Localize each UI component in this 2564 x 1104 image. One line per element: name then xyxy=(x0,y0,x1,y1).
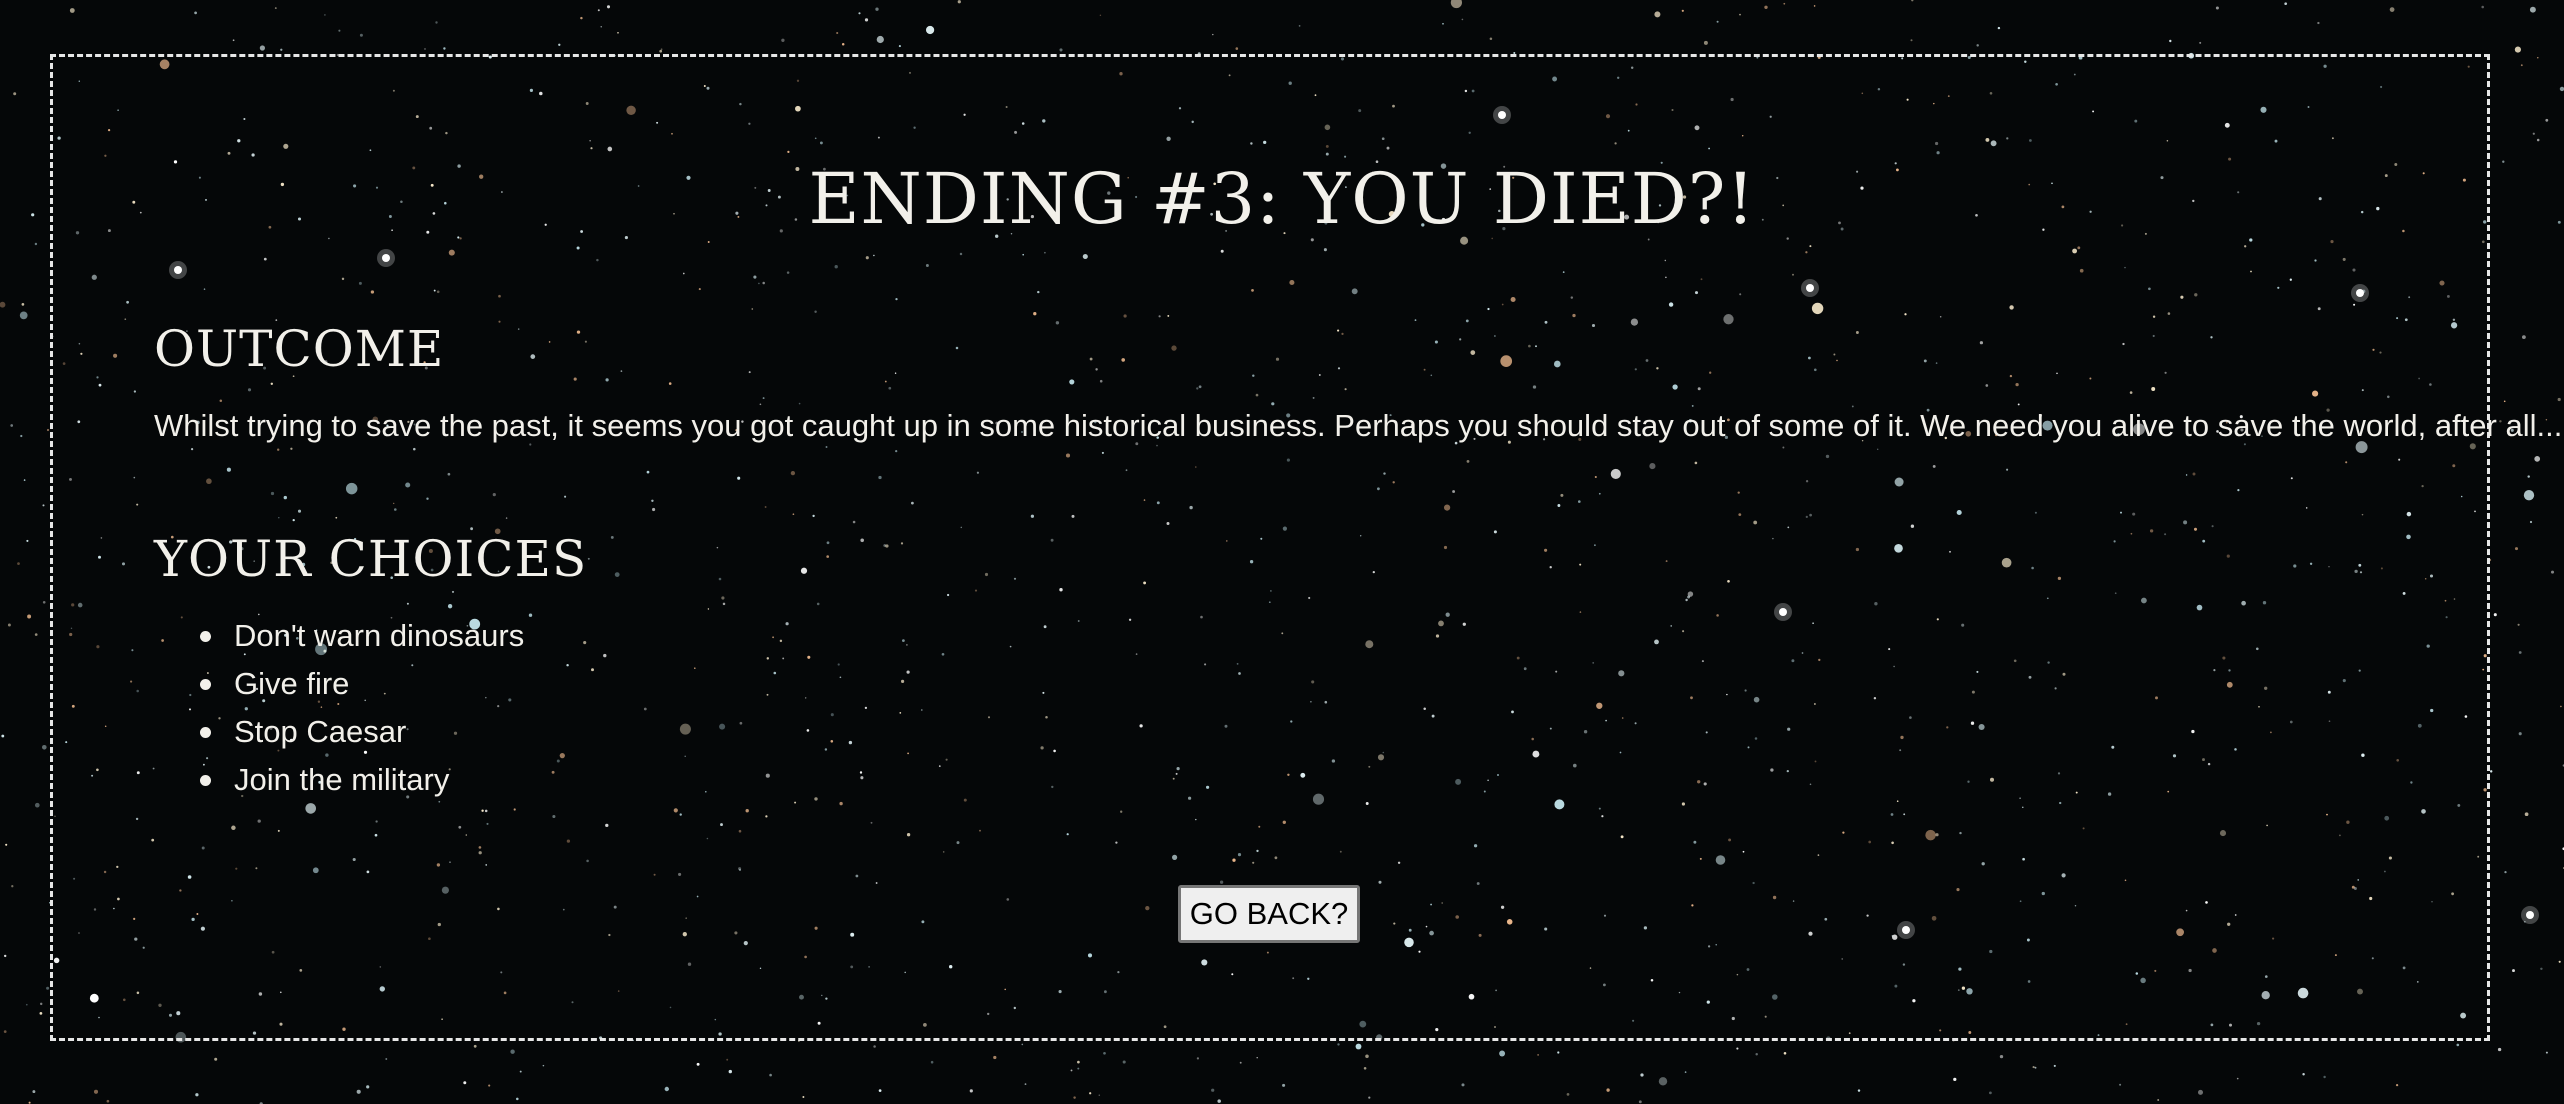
page-title: ENDING #3: YOU DIED?! xyxy=(808,158,1756,240)
choice-item: Stop Caesar xyxy=(154,708,524,756)
choices-heading: YOUR CHOICES xyxy=(154,530,588,588)
outcome-heading: OUTCOME xyxy=(154,320,445,378)
choices-list: Don't warn dinosaurs Give fire Stop Caes… xyxy=(154,612,524,804)
go-back-button[interactable]: GO BACK? xyxy=(1178,885,1360,943)
outcome-text: Whilst trying to save the past, it seems… xyxy=(154,408,2563,443)
choice-item: Don't warn dinosaurs xyxy=(154,612,524,660)
choice-item: Give fire xyxy=(154,660,524,708)
choice-item: Join the military xyxy=(154,756,524,804)
